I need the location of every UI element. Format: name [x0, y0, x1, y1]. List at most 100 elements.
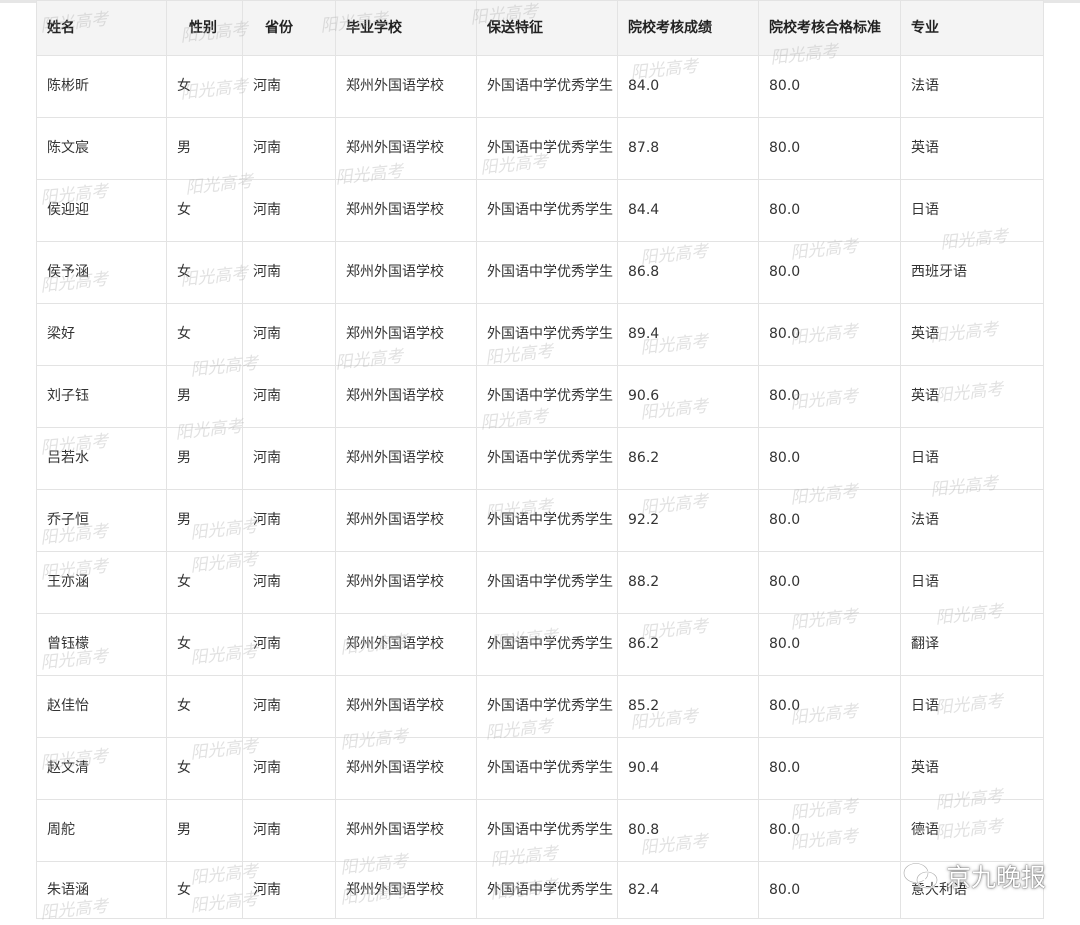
cell-score: 84.4 — [617, 179, 759, 242]
cell-standard: 80.0 — [758, 489, 901, 552]
cell-name: 刘子钰 — [36, 365, 167, 428]
cell-score: 86.8 — [617, 241, 759, 304]
cell-name: 王亦涵 — [36, 551, 167, 614]
cell-gender: 女 — [166, 737, 243, 800]
col-header-score: 院校考核成绩 — [617, 0, 759, 56]
cell-school: 郑州外国语学校 — [335, 861, 477, 919]
cell-province: 河南 — [242, 551, 336, 614]
cell-feature: 外国语中学优秀学生 — [476, 55, 618, 118]
cell-school: 郑州外国语学校 — [335, 737, 477, 800]
cell-standard: 80.0 — [758, 675, 901, 738]
cell-major: 德语 — [900, 799, 1044, 862]
cell-score: 90.6 — [617, 365, 759, 428]
cell-gender: 女 — [166, 551, 243, 614]
cell-province: 河南 — [242, 55, 336, 118]
cell-name: 侯予涵 — [36, 241, 167, 304]
cell-score: 89.4 — [617, 303, 759, 366]
page: 姓名 性别 省份 毕业学校 保送特征 院校考核成绩 院校考核合格标准 专业 陈彬… — [0, 0, 1080, 925]
cell-name: 赵文清 — [36, 737, 167, 800]
table-body: 陈彬昕女河南 郑州外国语学校 外国语中学优秀学生 84.0 80.0 法语 陈文宸男河南 郑州… — [36, 55, 1044, 919]
cell-feature: 外国语中学优秀学生 — [476, 799, 618, 862]
table-row: 乔子恒男河南 郑州外国语学校 外国语中学优秀学生 92.2 80.0 法语 — [36, 489, 1044, 552]
table-row: 周舵男河南 郑州外国语学校 外国语中学优秀学生 80.8 80.0 德语 — [36, 799, 1044, 862]
cell-major: 翻译 — [900, 613, 1044, 676]
table-row: 吕若水男河南 郑州外国语学校 外国语中学优秀学生 86.2 80.0 日语 — [36, 427, 1044, 490]
cell-standard: 80.0 — [758, 179, 901, 242]
brand-badge: 京九晚报 — [902, 858, 1046, 894]
cell-school: 郑州外国语学校 — [335, 799, 477, 862]
cell-feature: 外国语中学优秀学生 — [476, 427, 618, 490]
cell-name: 侯迎迎 — [36, 179, 167, 242]
cell-gender: 女 — [166, 241, 243, 304]
cell-feature: 外国语中学优秀学生 — [476, 675, 618, 738]
cell-school: 郑州外国语学校 — [335, 303, 477, 366]
cell-school: 郑州外国语学校 — [335, 551, 477, 614]
cell-province: 河南 — [242, 303, 336, 366]
cell-province: 河南 — [242, 365, 336, 428]
cell-gender: 女 — [166, 675, 243, 738]
cell-feature: 外国语中学优秀学生 — [476, 737, 618, 800]
cell-school: 郑州外国语学校 — [335, 489, 477, 552]
cell-score: 86.2 — [617, 427, 759, 490]
table-row: 刘子钰男河南 郑州外国语学校 外国语中学优秀学生 90.6 80.0 英语 — [36, 365, 1044, 428]
table-row: 梁好女河南 郑州外国语学校 外国语中学优秀学生 89.4 80.0 英语 — [36, 303, 1044, 366]
cell-major: 日语 — [900, 179, 1044, 242]
cell-feature: 外国语中学优秀学生 — [476, 489, 618, 552]
cell-gender: 女 — [166, 55, 243, 118]
cell-gender: 女 — [166, 613, 243, 676]
col-header-province: 省份 — [242, 0, 336, 56]
cell-school: 郑州外国语学校 — [335, 675, 477, 738]
cell-gender: 女 — [166, 303, 243, 366]
cell-province: 河南 — [242, 675, 336, 738]
wechat-icon — [902, 861, 940, 891]
cell-major: 日语 — [900, 427, 1044, 490]
col-header-major: 专业 — [900, 0, 1044, 56]
table-row: 侯予涵女河南 郑州外国语学校 外国语中学优秀学生 86.8 80.0 西班牙语 — [36, 241, 1044, 304]
cell-school: 郑州外国语学校 — [335, 613, 477, 676]
cell-score: 82.4 — [617, 861, 759, 919]
header-row: 姓名 性别 省份 毕业学校 保送特征 院校考核成绩 院校考核合格标准 专业 — [36, 0, 1044, 56]
cell-school: 郑州外国语学校 — [335, 55, 477, 118]
table-row: 朱语涵女河南 郑州外国语学校 外国语中学优秀学生 82.4 80.0 意大利语 — [36, 861, 1044, 919]
admission-table: 姓名 性别 省份 毕业学校 保送特征 院校考核成绩 院校考核合格标准 专业 陈彬… — [36, 0, 1044, 919]
cell-score: 92.2 — [617, 489, 759, 552]
cell-feature: 外国语中学优秀学生 — [476, 179, 618, 242]
cell-gender: 男 — [166, 799, 243, 862]
table-row: 曾钰檬女河南 郑州外国语学校 外国语中学优秀学生 86.2 80.0 翻译 — [36, 613, 1044, 676]
cell-name: 周舵 — [36, 799, 167, 862]
cell-name: 曾钰檬 — [36, 613, 167, 676]
cell-gender: 男 — [166, 117, 243, 180]
cell-gender: 男 — [166, 365, 243, 428]
col-header-school: 毕业学校 — [335, 0, 477, 56]
cell-name: 赵佳怡 — [36, 675, 167, 738]
cell-standard: 80.0 — [758, 737, 901, 800]
cell-school: 郑州外国语学校 — [335, 241, 477, 304]
col-header-feature: 保送特征 — [476, 0, 618, 56]
cell-major: 英语 — [900, 303, 1044, 366]
cell-major: 英语 — [900, 365, 1044, 428]
table-row: 赵佳怡女河南 郑州外国语学校 外国语中学优秀学生 85.2 80.0 日语 — [36, 675, 1044, 738]
cell-school: 郑州外国语学校 — [335, 117, 477, 180]
cell-major: 日语 — [900, 675, 1044, 738]
col-header-standard: 院校考核合格标准 — [758, 0, 901, 56]
table-row: 王亦涵女河南 郑州外国语学校 外国语中学优秀学生 88.2 80.0 日语 — [36, 551, 1044, 614]
cell-feature: 外国语中学优秀学生 — [476, 241, 618, 304]
cell-standard: 80.0 — [758, 365, 901, 428]
cell-school: 郑州外国语学校 — [335, 427, 477, 490]
cell-standard: 80.0 — [758, 861, 901, 919]
cell-score: 88.2 — [617, 551, 759, 614]
cell-standard: 80.0 — [758, 799, 901, 862]
cell-standard: 80.0 — [758, 117, 901, 180]
cell-province: 河南 — [242, 489, 336, 552]
cell-standard: 80.0 — [758, 241, 901, 304]
cell-name: 吕若水 — [36, 427, 167, 490]
cell-province: 河南 — [242, 737, 336, 800]
cell-score: 90.4 — [617, 737, 759, 800]
cell-major: 日语 — [900, 551, 1044, 614]
cell-name: 陈彬昕 — [36, 55, 167, 118]
cell-major: 英语 — [900, 117, 1044, 180]
cell-standard: 80.0 — [758, 551, 901, 614]
cell-province: 河南 — [242, 799, 336, 862]
table-row: 陈文宸男河南 郑州外国语学校 外国语中学优秀学生 87.8 80.0 英语 — [36, 117, 1044, 180]
cell-province: 河南 — [242, 179, 336, 242]
